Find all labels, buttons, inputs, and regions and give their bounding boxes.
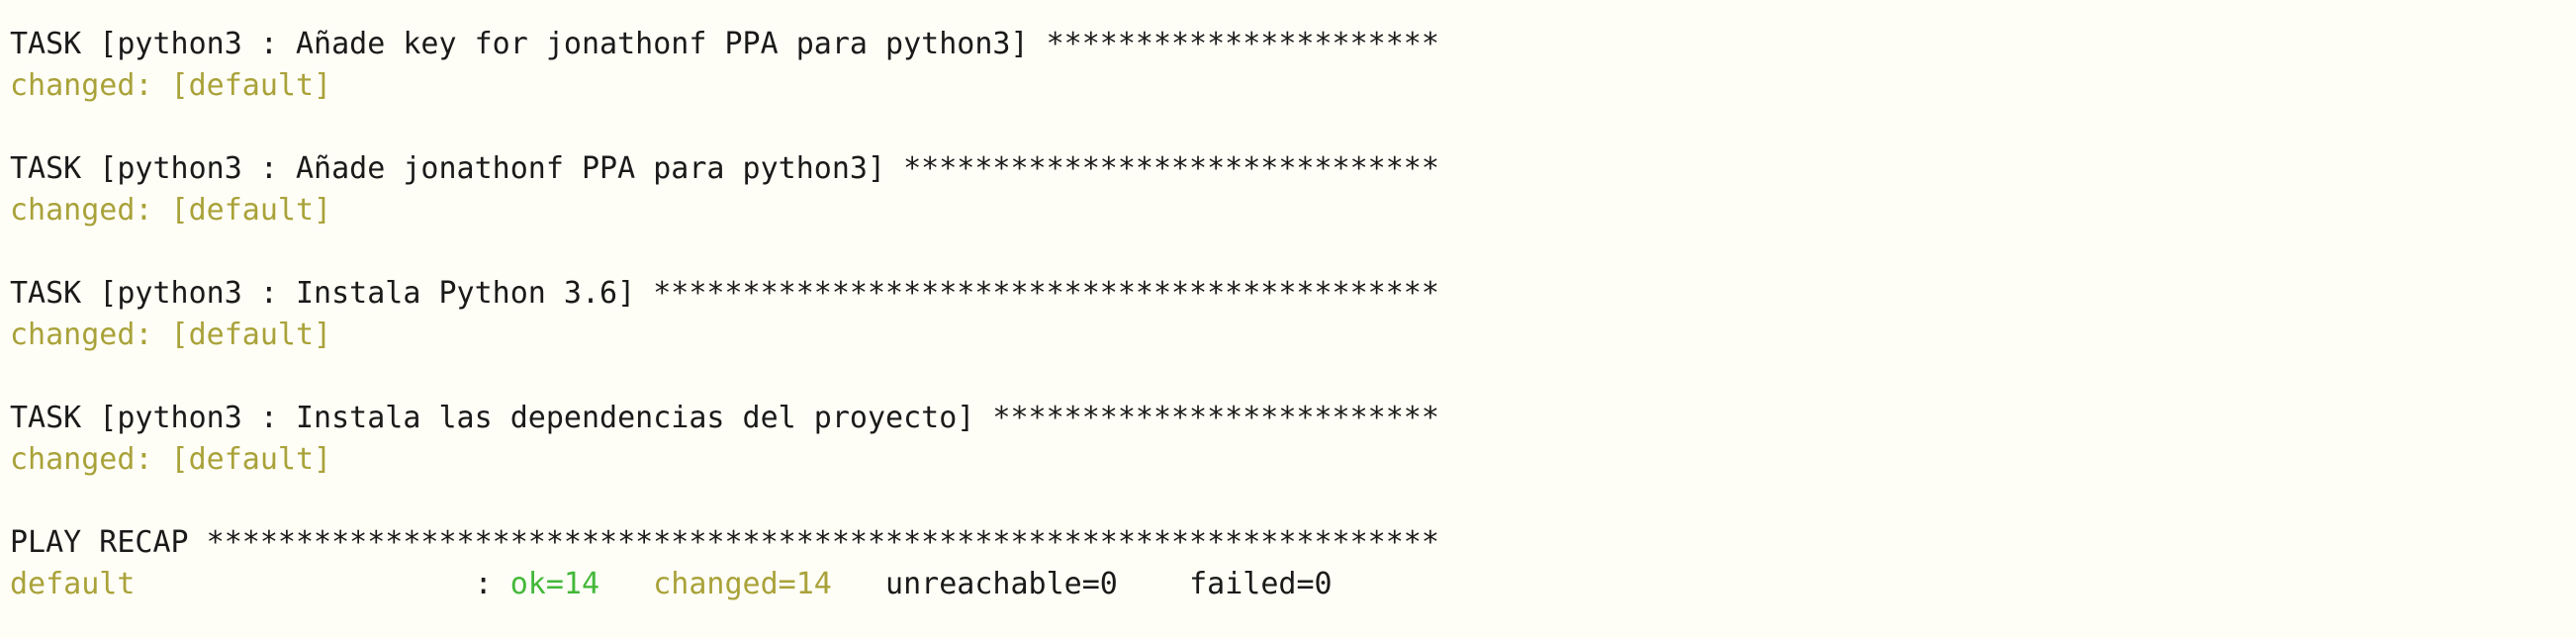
task-header-1: TASK [python3 : Añade key for jonathonf … [10,27,1439,61]
task-result-1: changed: [default] [10,68,332,103]
recap-host: default [10,567,136,601]
recap-unreachable-count: unreachable=0 [885,567,1118,601]
play-recap-summary: default : ok=14 changed=14 unreachable=0… [10,564,2576,605]
recap-gap [1118,567,1189,601]
recap-separator: : [135,567,510,601]
recap-gap [832,567,885,601]
terminal-output: TASK [python3 : Añade key for jonathonf … [0,0,2576,639]
recap-failed-count: failed=0 [1189,567,1333,601]
recap-gap [599,567,653,601]
task-header-4: TASK [python3 : Instala las dependencias… [10,401,1439,435]
task-header-2: TASK [python3 : Añade jonathonf PPA para… [10,151,1439,186]
recap-changed-count: changed=14 [653,567,832,601]
task-result-2: changed: [default] [10,193,332,228]
recap-ok-count: ok=14 [509,567,600,601]
task-result-3: changed: [default] [10,318,332,352]
task-header-3: TASK [python3 : Instala Python 3.6] ****… [10,276,1439,311]
task-result-4: changed: [default] [10,442,332,477]
play-recap-header: PLAY RECAP *****************************… [10,525,1439,560]
